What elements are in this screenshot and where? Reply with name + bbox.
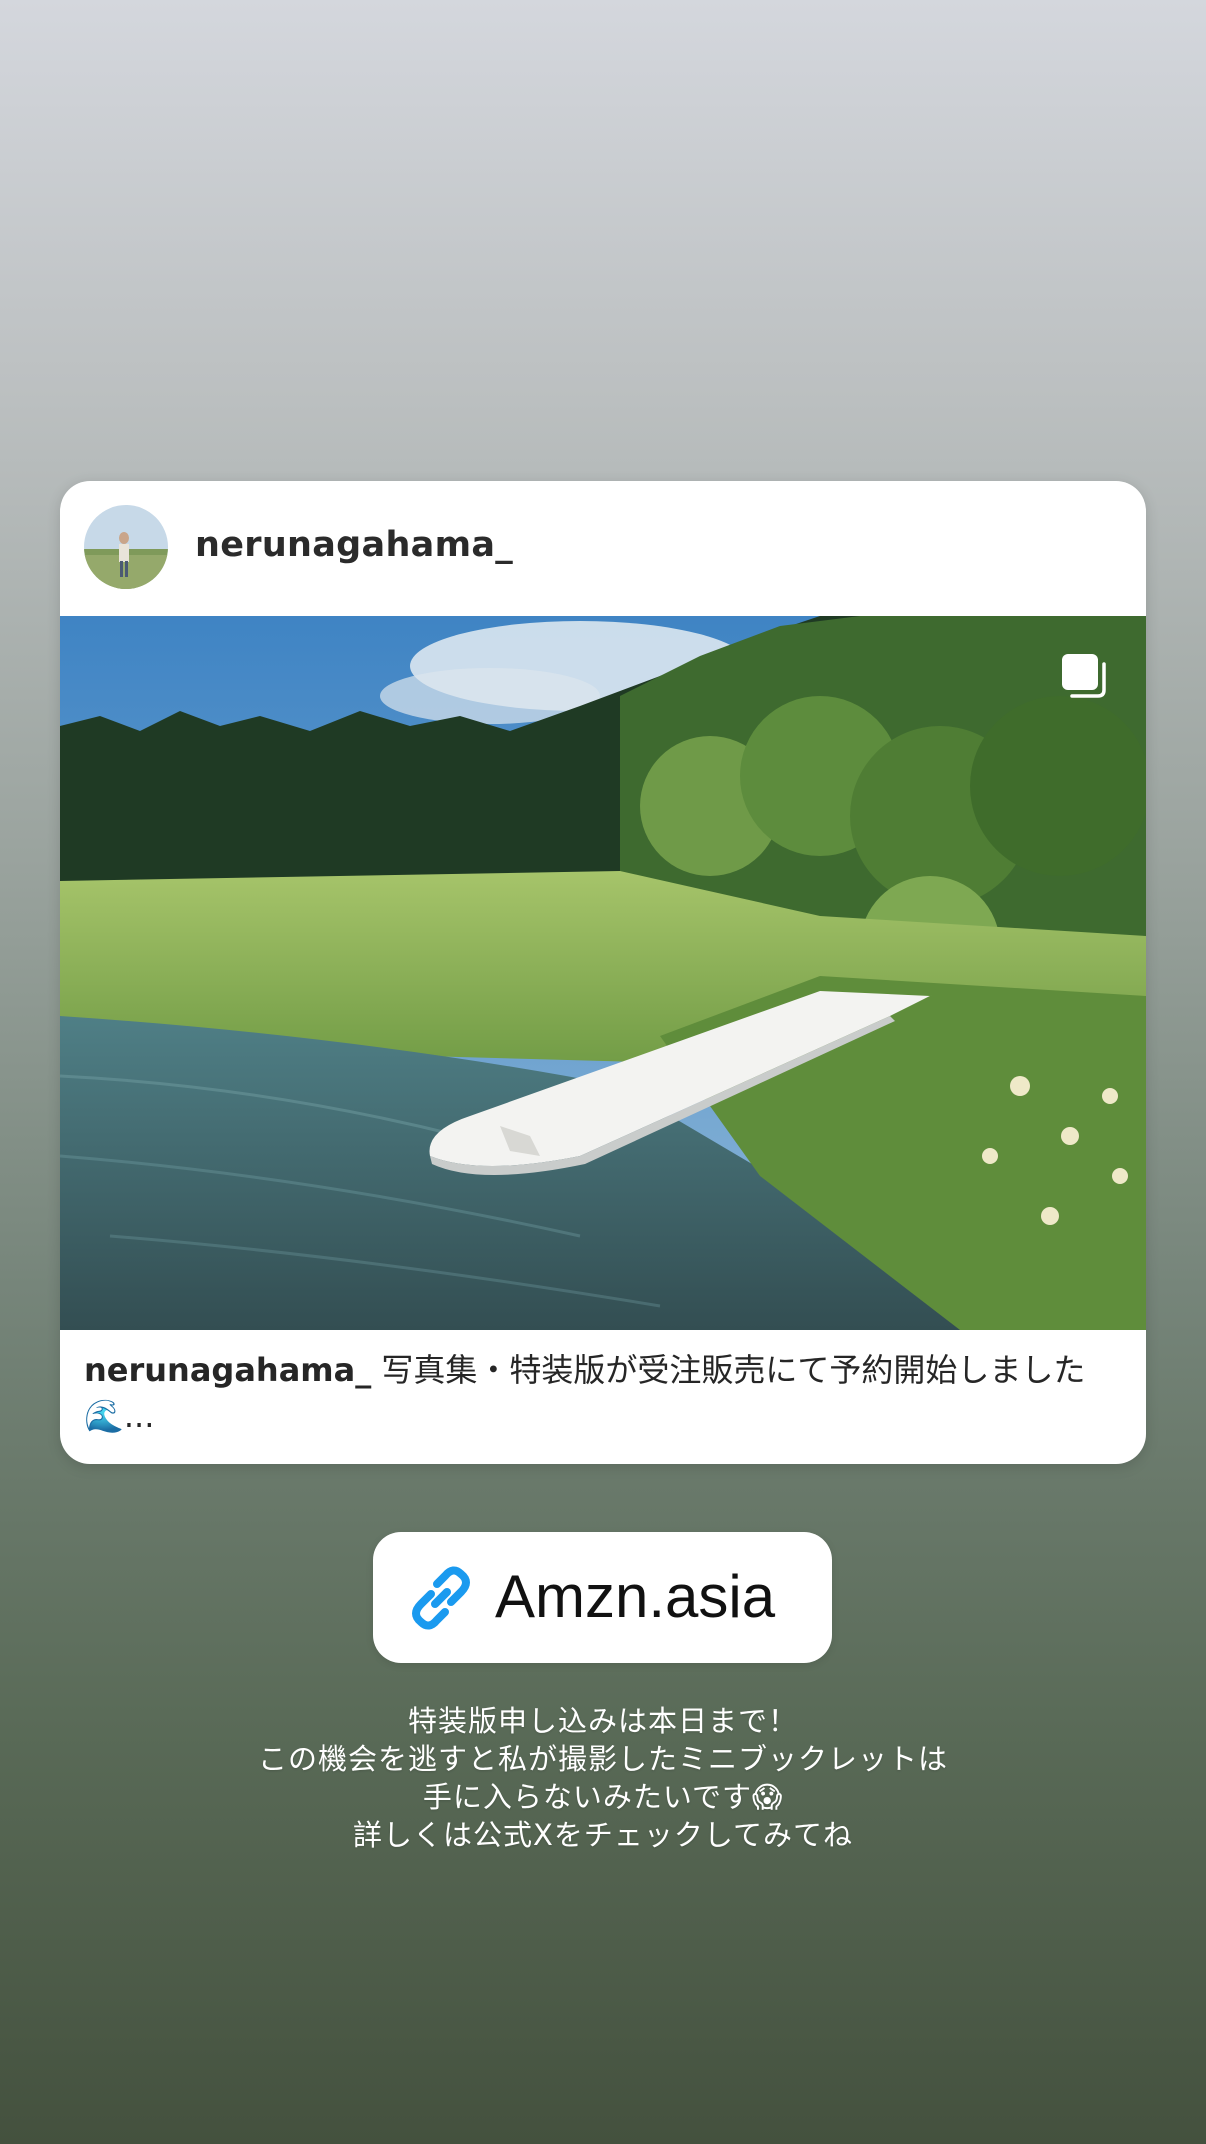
avatar[interactable]	[84, 505, 168, 589]
post-username[interactable]: nerunagahama_	[195, 525, 513, 565]
link-icon	[412, 1566, 470, 1630]
story-text-line: 特装版申し込みは本日まで！	[407, 1704, 798, 1738]
story-text-line: 手に入らないみたいです😱	[422, 1780, 784, 1814]
link-label: Amzn.asia	[495, 1563, 776, 1630]
story-text: 特装版申し込みは本日まで！ この機会を逃すと私が撮影したミニブックレットは 手に…	[0, 1702, 1206, 1854]
post-caption: nerunagahama_ 写真集・特装版が受注販売にて予約開始しました🌊...	[84, 1347, 1124, 1439]
multiple-photos-icon	[1062, 654, 1106, 698]
story-text-line: 詳しくは公式Xをチェックしてみてね	[353, 1818, 853, 1852]
caption-username[interactable]: nerunagahama_	[84, 1351, 371, 1389]
post-header: nerunagahama_	[60, 481, 1146, 616]
link-sticker[interactable]: Amzn.asia	[373, 1532, 832, 1663]
post-photo[interactable]	[60, 616, 1146, 1330]
shared-post-card[interactable]: nerunagahama_ nerunagahama_ 写真集・特装版が受注販売…	[60, 481, 1146, 1464]
story-text-line: この機会を逃すと私が撮影したミニブックレットは	[257, 1742, 948, 1776]
